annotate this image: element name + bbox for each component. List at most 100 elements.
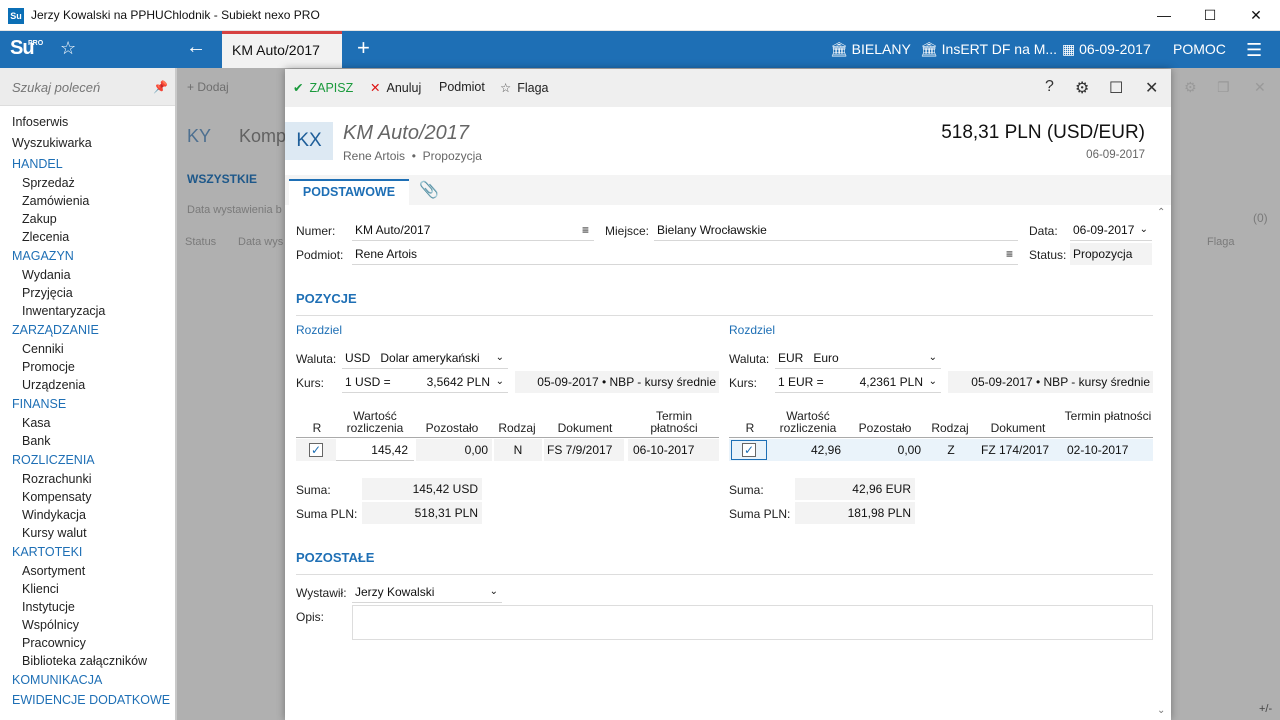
location-label: BIELANY — [851, 41, 911, 57]
minimize-button[interactable]: — — [1141, 0, 1187, 31]
sidebar-item[interactable]: Wyszukiwarka — [0, 133, 175, 154]
right-row-remaining: 0,00 — [897, 443, 921, 457]
left-split-link[interactable]: Rozdziel — [296, 323, 342, 337]
left-currency-label: Waluta: — [296, 352, 337, 366]
description-label: Opis: — [296, 610, 325, 624]
checkmark-icon: ✔ — [293, 81, 304, 95]
right-split-link[interactable]: Rozdziel — [729, 323, 775, 337]
sidebar-item[interactable]: Pracownicy — [0, 634, 175, 652]
description-textarea[interactable] — [352, 605, 1153, 640]
date-selector[interactable]: ▦ 06-09-2017 — [1062, 41, 1151, 58]
sidebar-item[interactable]: Asortyment — [0, 562, 175, 580]
sidebar-item[interactable]: Zakup — [0, 210, 175, 228]
sidebar-item[interactable]: Infoserwis — [0, 112, 175, 133]
sidebar-item[interactable]: Kompensaty — [0, 488, 175, 506]
status-field: Propozycja — [1070, 243, 1152, 265]
sidebar-item[interactable]: Wspólnicy — [0, 616, 175, 634]
close-dialog-icon[interactable]: ✕ — [1145, 78, 1158, 98]
sidebar: 📌 InfoserwisWyszukiwarkaHANDELSprzedażZa… — [0, 68, 177, 720]
list-lines-icon[interactable]: ≡ — [1006, 243, 1013, 265]
sidebar-category[interactable]: FINANSE — [0, 394, 175, 414]
pin-icon[interactable]: 📌 — [153, 80, 168, 94]
right-row-value[interactable]: 42,96 — [769, 439, 847, 461]
left-row-checkbox[interactable]: ✓ — [309, 443, 323, 457]
sidebar-item[interactable]: Windykacja — [0, 506, 175, 524]
sidebar-category[interactable]: KOMUNIKACJA — [0, 670, 175, 690]
sidebar-category[interactable]: EWIDENCJE DODATKOWE — [0, 690, 175, 710]
left-currency-code: USD — [345, 351, 371, 365]
back-arrow-icon[interactable]: ← — [186, 36, 206, 59]
sidebar-item[interactable]: Bank — [0, 432, 175, 450]
list-lines-icon[interactable]: ≡ — [582, 219, 589, 241]
sidebar-item[interactable]: Zamówienia — [0, 192, 175, 210]
left-rate-select[interactable]: 1 USD = 3,5642 PLN ⌄ — [342, 371, 508, 393]
place-field[interactable]: Bielany Wrocławskie — [654, 219, 1018, 241]
maximize-dialog-icon[interactable]: ☐ — [1109, 78, 1123, 98]
sidebar-category[interactable]: ROZLICZENIA — [0, 450, 175, 470]
command-search-input[interactable] — [0, 68, 150, 106]
sidebar-item[interactable]: Kasa — [0, 414, 175, 432]
date-picker[interactable]: 06-09-2017 ⌄ — [1070, 219, 1152, 241]
right-currency-name: Euro — [813, 351, 839, 365]
right-rate-select[interactable]: 1 EUR = 4,2361 PLN ⌄ — [775, 371, 941, 393]
number-field[interactable]: KM Auto/2017 ≡ — [352, 219, 594, 241]
scroll-down-chevron-icon[interactable]: ⌄ — [1157, 705, 1165, 716]
sidebar-item[interactable]: Cenniki — [0, 340, 175, 358]
scroll-up-chevron-icon[interactable]: ⌃ — [1157, 207, 1165, 218]
sidebar-item[interactable]: Promocje — [0, 358, 175, 376]
right-col-kind: Rodzaj — [931, 421, 969, 435]
help-button[interactable]: ? — [1045, 78, 1054, 96]
zoom-toggle[interactable]: +/- — [1259, 703, 1272, 715]
document-type-badge: KX — [285, 122, 333, 160]
sidebar-category[interactable]: KARTOTEKI — [0, 542, 175, 562]
new-tab-plus-icon[interactable]: + — [357, 35, 370, 61]
sidebar-category[interactable]: HANDEL — [0, 154, 175, 174]
sidebar-item[interactable]: Urządzenia — [0, 376, 175, 394]
right-currency-label: Waluta: — [729, 352, 770, 366]
sidebar-item[interactable]: Instytucje — [0, 598, 175, 616]
app-logo[interactable]: Su PRO — [10, 37, 43, 60]
left-currency-select[interactable]: USD Dolar amerykański ⌄ — [342, 347, 508, 369]
sidebar-category[interactable]: MAGAZYN — [0, 246, 175, 266]
flag-button[interactable]: ☆ Flaga — [500, 80, 549, 95]
right-currency-select[interactable]: EUR Euro ⌄ — [775, 347, 941, 369]
sidebar-item[interactable]: Przyjęcia — [0, 284, 175, 302]
tab-basic[interactable]: PODSTAWOWE — [289, 179, 409, 205]
sidebar-item[interactable]: Wydania — [0, 266, 175, 284]
location-selector[interactable]: 🏛 BIELANY — [830, 41, 911, 58]
tab-document[interactable]: KM Auto/2017 — [222, 31, 342, 68]
subject-button[interactable]: Podmiot — [439, 80, 485, 94]
flag-label: Flaga — [517, 81, 549, 95]
window-titlebar: Su Jerzy Kowalski na PPHUChlodnik - Subi… — [0, 0, 1280, 31]
sidebar-item[interactable]: Zlecenia — [0, 228, 175, 246]
attachment-paperclip-icon[interactable]: 📎 — [419, 180, 439, 200]
cancel-button[interactable]: ✕ Anuluj — [370, 80, 421, 95]
help-link[interactable]: POMOC — [1173, 41, 1226, 57]
hamburger-menu-icon[interactable]: ☰ — [1246, 40, 1262, 61]
maximize-button[interactable]: ☐ — [1187, 0, 1233, 31]
favorites-star-icon[interactable]: ☆ — [60, 38, 76, 59]
sidebar-item[interactable]: Biblioteka załączników — [0, 652, 175, 670]
sidebar-item[interactable]: Rozrachunki — [0, 470, 175, 488]
right-rate-info: 05-09-2017 • NBP - kursy średnie — [948, 371, 1153, 393]
save-button[interactable]: ✔ ZAPISZ — [293, 80, 353, 95]
sidebar-category[interactable]: ZARZĄDZANIE — [0, 320, 175, 340]
chevron-down-icon: ⌄ — [928, 376, 937, 387]
company-selector[interactable]: 🏛 InsERT DF na M... — [920, 41, 1057, 58]
sidebar-item[interactable]: Klienci — [0, 580, 175, 598]
close-window-button[interactable]: ✕ — [1233, 0, 1279, 31]
issuer-select[interactable]: Jerzy Kowalski ⌄ — [352, 581, 502, 603]
chevron-down-icon: ⌄ — [495, 376, 504, 387]
gear-icon: ⚙ — [1184, 79, 1197, 95]
right-row-checkbox[interactable]: ✓ — [742, 443, 756, 457]
sidebar-item[interactable]: Kursy walut — [0, 524, 175, 542]
sidebar-nav: Infoserwis Wyszukiwarka HANDEL Sprzedaż Zamó… — [0, 106, 175, 710]
settings-gear-icon[interactable]: ⚙ — [1075, 78, 1089, 98]
sidebar-item[interactable]: Inwentaryzacja — [0, 302, 175, 320]
right-col-remaining: Pozostało — [858, 421, 912, 435]
left-row-value[interactable]: 145,42 — [336, 439, 414, 461]
party-field[interactable]: Rene Artois ≡ — [352, 243, 1018, 265]
party-value: Rene Artois — [355, 247, 418, 261]
close-icon: ✕ — [1254, 79, 1266, 95]
sidebar-item[interactable]: Sprzedaż — [0, 174, 175, 192]
